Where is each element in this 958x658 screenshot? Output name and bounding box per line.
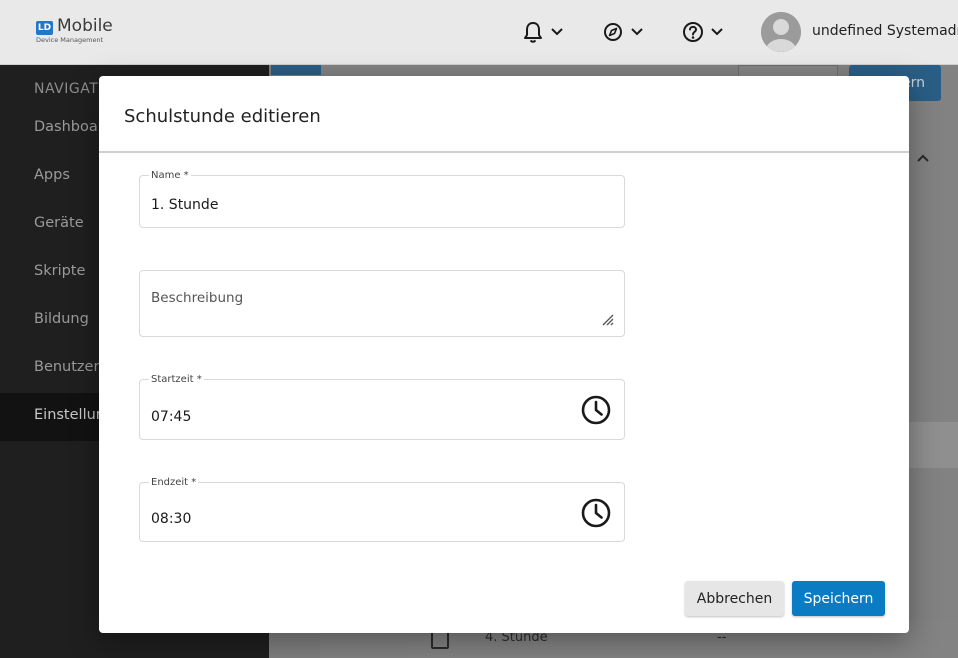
start-time-value[interactable]: 07:45 (151, 409, 191, 425)
sidebar-item-label: Skripte (34, 263, 86, 279)
end-time-value[interactable]: 08:30 (151, 511, 191, 527)
dialog-divider (99, 151, 909, 153)
chevron-down-icon (551, 28, 563, 36)
user-name[interactable]: undefined Systemadmi… (812, 23, 958, 39)
edit-lesson-dialog: Schulstunde editieren Name * 1. Stunde B… (99, 76, 909, 633)
logo-subtitle: Device Management (36, 36, 104, 44)
name-field-label: Name * (149, 170, 191, 181)
help-menu[interactable] (682, 20, 726, 44)
logo-badge: LD (36, 21, 53, 35)
logo-title: Mobile (57, 16, 113, 36)
description-field[interactable]: Beschreibung (139, 270, 625, 337)
row-checkbox[interactable] (431, 631, 449, 649)
explore-menu[interactable] (602, 20, 646, 44)
description-placeholder: Beschreibung (151, 290, 244, 306)
name-field[interactable]: Name * 1. Stunde (139, 170, 625, 228)
clock-icon[interactable] (580, 394, 612, 426)
end-time-field[interactable]: Endzeit * 08:30 (139, 477, 625, 542)
sidebar-heading: NAVIGATI (34, 81, 103, 97)
chevron-down-icon (631, 28, 643, 36)
name-field-value[interactable]: 1. Stunde (151, 197, 218, 213)
save-button[interactable]: Speichern (792, 581, 885, 616)
avatar[interactable] (761, 12, 801, 52)
table-row (909, 422, 958, 468)
notifications-menu[interactable] (522, 20, 566, 44)
bell-icon (524, 22, 563, 43)
compass-icon (604, 23, 643, 41)
cancel-button[interactable]: Abbrechen (685, 581, 784, 616)
start-time-field[interactable]: Startzeit * 07:45 (139, 374, 625, 440)
end-time-label: Endzeit * (149, 477, 199, 488)
chevron-down-icon (711, 28, 723, 36)
sidebar-item-label: Benutzer (34, 359, 100, 375)
background-action-button[interactable] (271, 65, 321, 75)
sidebar-item-label: Geräte (34, 215, 84, 231)
resize-handle-icon[interactable] (600, 312, 614, 326)
start-time-label: Startzeit * (149, 374, 204, 385)
clock-icon[interactable] (580, 497, 612, 529)
top-bar: LD Mobile Device Management undefined Sy… (0, 0, 958, 65)
dialog-title: Schulstunde editieren (124, 106, 321, 127)
user-icon (761, 12, 801, 52)
sidebar-item-label: Apps (34, 167, 70, 183)
app-logo[interactable]: LD Mobile Device Management (36, 16, 126, 47)
chevron-up-icon[interactable] (915, 150, 931, 166)
sidebar-item-label: Bildung (34, 311, 89, 327)
help-icon (683, 22, 723, 42)
